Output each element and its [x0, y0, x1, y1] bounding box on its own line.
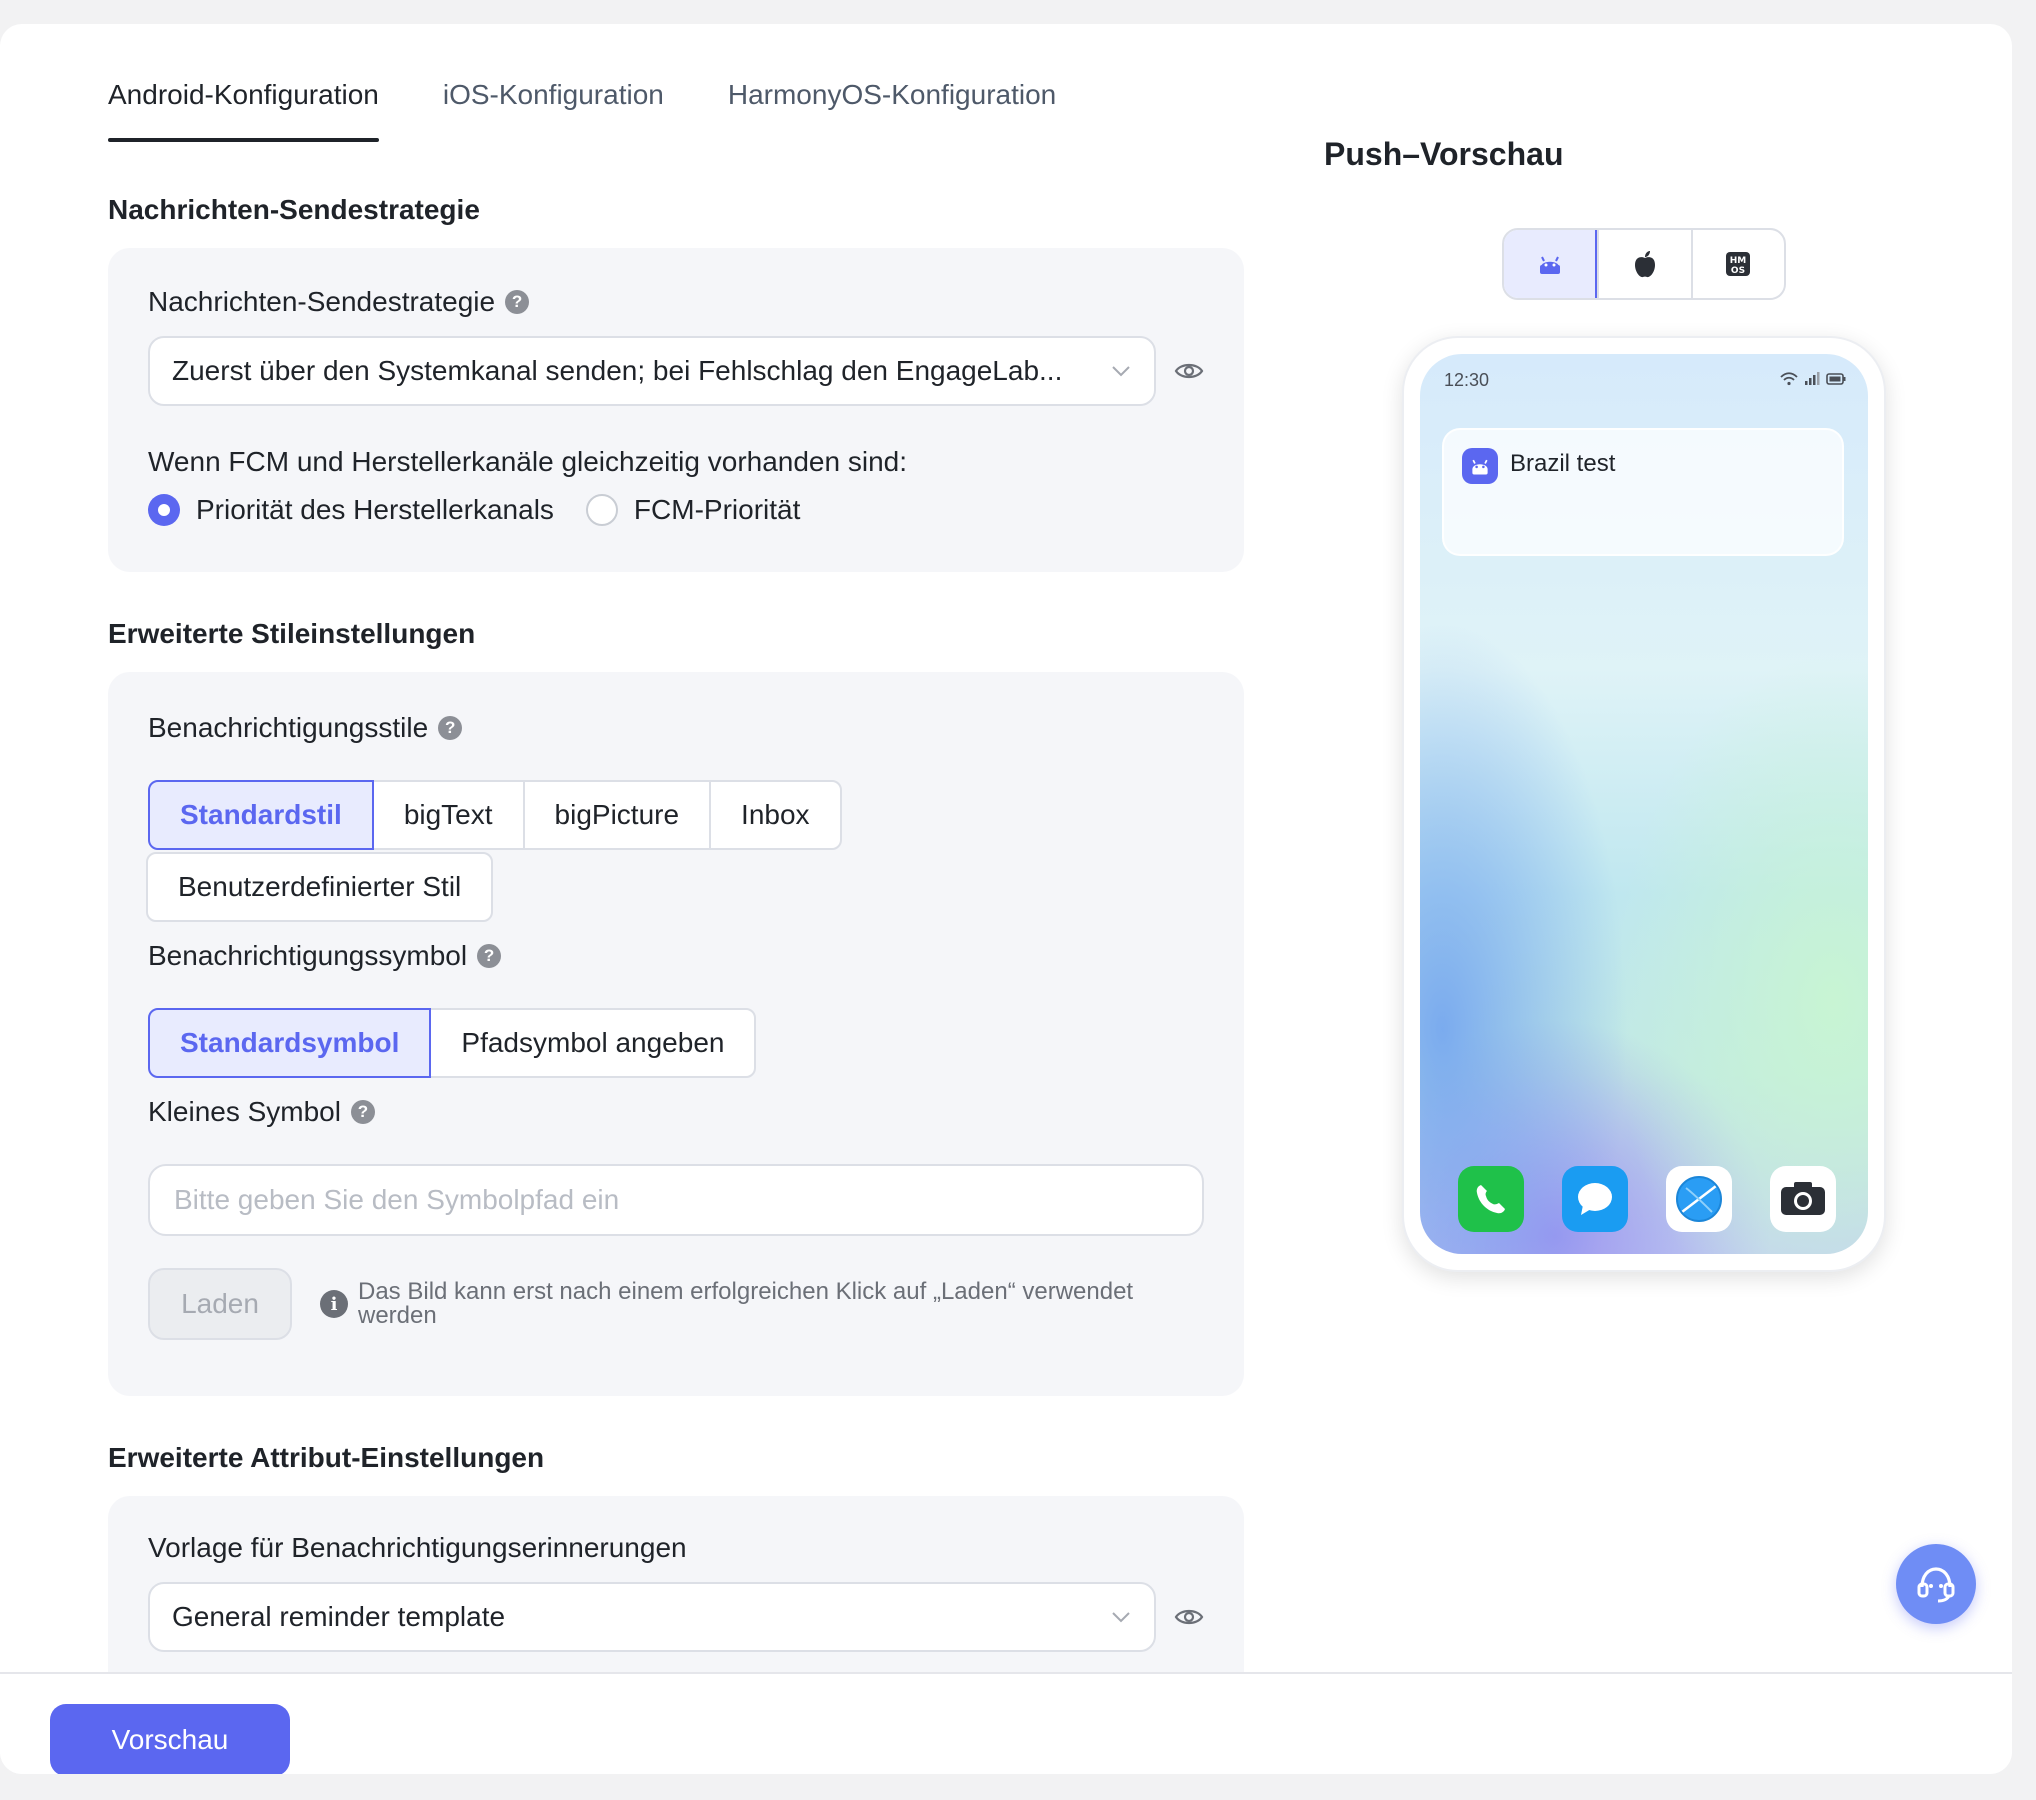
section-title-style: Erweiterte Stileinstellungen — [108, 618, 476, 649]
strategy-select-value: Zuerst über den Systemkanal senden; bei … — [172, 355, 1063, 386]
style-option-inbox[interactable]: Inbox — [709, 780, 842, 850]
radio-manufacturer-label: Priorität des Herstellerkanals — [196, 494, 554, 525]
app-dock — [1458, 1166, 1836, 1232]
info-icon: i — [320, 1290, 348, 1318]
tab-android[interactable]: Android-Konfiguration — [108, 72, 379, 142]
phone-screen: 12:30 Brazil test — [1420, 354, 1868, 1254]
small-icon-path-input[interactable] — [148, 1164, 1204, 1236]
icon-option-default[interactable]: Standardsymbol — [148, 1008, 432, 1078]
notification-styles-label: Benachrichtigungsstile ? — [148, 712, 463, 744]
status-icons — [1780, 372, 1846, 386]
priority-label: Wenn FCM und Herstellerkanäle gleichzeit… — [148, 446, 907, 477]
notification-card: Brazil test — [1442, 428, 1844, 556]
app-android-icon — [1462, 448, 1498, 484]
tab-harmonyos[interactable]: HarmonyOS-Konfiguration — [728, 72, 1056, 142]
strategy-label: Nachrichten-Sendestrategie ? — [148, 286, 530, 318]
headset-icon — [1917, 1567, 1955, 1603]
style-option-custom[interactable]: Benutzerdefinierter Stil — [146, 852, 494, 922]
radio-fcm[interactable]: FCM-Priorität — [585, 494, 801, 526]
signal-icon — [1805, 372, 1820, 385]
tab-ios[interactable]: iOS-Konfiguration — [443, 72, 664, 142]
harmonyos-icon: HM OS — [1726, 252, 1751, 276]
android-icon — [1539, 256, 1560, 274]
priority-radio-group: Priorität des Herstellerkanals FCM-Prior… — [148, 494, 800, 526]
custom-style-row: Benutzerdefinierter Stil — [146, 852, 494, 922]
chevron-down-icon — [1112, 1612, 1130, 1623]
strategy-panel: Nachrichten-Sendestrategie ? Zuerst über… — [108, 248, 1244, 572]
apple-icon — [1634, 251, 1655, 278]
radio-manufacturer[interactable]: Priorität des Herstellerkanals — [148, 494, 554, 526]
phone-app-icon — [1458, 1166, 1524, 1232]
section-title-attributes: Erweiterte Attribut-Einstellungen — [108, 1442, 545, 1473]
notification-icon-segment: Standardsymbol Pfadsymbol angeben — [148, 1008, 757, 1078]
wifi-icon — [1780, 372, 1798, 386]
load-button[interactable]: Laden — [148, 1268, 292, 1340]
style-option-bigtext[interactable]: bigText — [371, 780, 525, 850]
notification-icon-label: Benachrichtigungssymbol ? — [148, 940, 502, 972]
strategy-label-text: Nachrichten-Sendestrategie — [148, 286, 496, 317]
help-icon[interactable]: ? — [438, 716, 463, 740]
small-icon-label-text: Kleines Symbol — [148, 1096, 341, 1127]
os-switch: HM OS — [1502, 228, 1786, 300]
help-icon[interactable]: ? — [477, 944, 502, 968]
strategy-select[interactable]: Zuerst über den Systemkanal senden; bei … — [148, 336, 1156, 406]
main-card: Android-Konfiguration iOS-Konfiguration … — [0, 24, 2012, 1774]
style-panel: Benachrichtigungsstile ? Standardstil bi… — [108, 672, 1244, 1396]
svg-text:OS: OS — [1731, 266, 1745, 276]
phone-mockup: 12:30 Brazil test — [1402, 336, 1886, 1272]
load-hint-line1: Das Bild kann erst nach einem erfolgreic… — [358, 1278, 1134, 1305]
radio-button-checked[interactable] — [148, 494, 180, 526]
battery-icon — [1826, 373, 1846, 385]
radio-fcm-label: FCM-Priorität — [633, 494, 801, 525]
preview-button[interactable]: Vorschau — [50, 1704, 290, 1774]
notification-styles-label-text: Benachrichtigungsstile — [148, 712, 429, 743]
notification-title: Brazil test — [1510, 450, 1616, 477]
load-hint-line2: werden — [358, 1302, 437, 1329]
notification-icon-label-text: Benachrichtigungssymbol — [148, 940, 468, 971]
icon-option-path[interactable]: Pfadsymbol angeben — [429, 1008, 757, 1078]
small-icon-label: Kleines Symbol ? — [148, 1096, 375, 1128]
template-select[interactable]: General reminder template — [148, 1582, 1156, 1652]
os-button-harmonyos[interactable]: HM OS — [1690, 230, 1784, 298]
notification-style-segment: Standardstil bigText bigPicture Inbox — [148, 780, 842, 850]
style-option-bigpicture[interactable]: bigPicture — [522, 780, 712, 850]
messages-app-icon — [1562, 1166, 1628, 1232]
radio-button-unchecked[interactable] — [585, 494, 618, 526]
customer-support-button[interactable] — [1896, 1544, 1976, 1624]
style-option-standard[interactable]: Standardstil — [148, 780, 374, 850]
help-icon[interactable]: ? — [350, 1100, 375, 1124]
os-button-android[interactable] — [1504, 230, 1598, 298]
config-tabs: Android-Konfiguration iOS-Konfiguration … — [108, 72, 1056, 142]
eye-icon[interactable] — [1174, 360, 1204, 382]
help-icon[interactable]: ? — [505, 290, 530, 314]
browser-app-icon — [1666, 1166, 1732, 1232]
os-button-apple[interactable] — [1597, 230, 1690, 298]
camera-app-icon — [1770, 1166, 1836, 1232]
chevron-down-icon — [1112, 366, 1130, 377]
section-title-strategy: Nachrichten-Sendestrategie — [108, 194, 480, 225]
template-select-value: General reminder template — [172, 1601, 506, 1632]
footer-bar: Vorschau — [0, 1672, 2012, 1774]
svg-text:HM: HM — [1730, 256, 1747, 266]
eye-icon[interactable] — [1174, 1606, 1204, 1628]
load-hint: Das Bild kann erst nach einem erfolgreic… — [358, 1280, 1218, 1328]
template-label: Vorlage für Benachrichtigungserinnerunge… — [148, 1532, 687, 1563]
status-time: 12:30 — [1444, 370, 1490, 390]
preview-title: Push–Vorschau — [1324, 136, 1564, 172]
